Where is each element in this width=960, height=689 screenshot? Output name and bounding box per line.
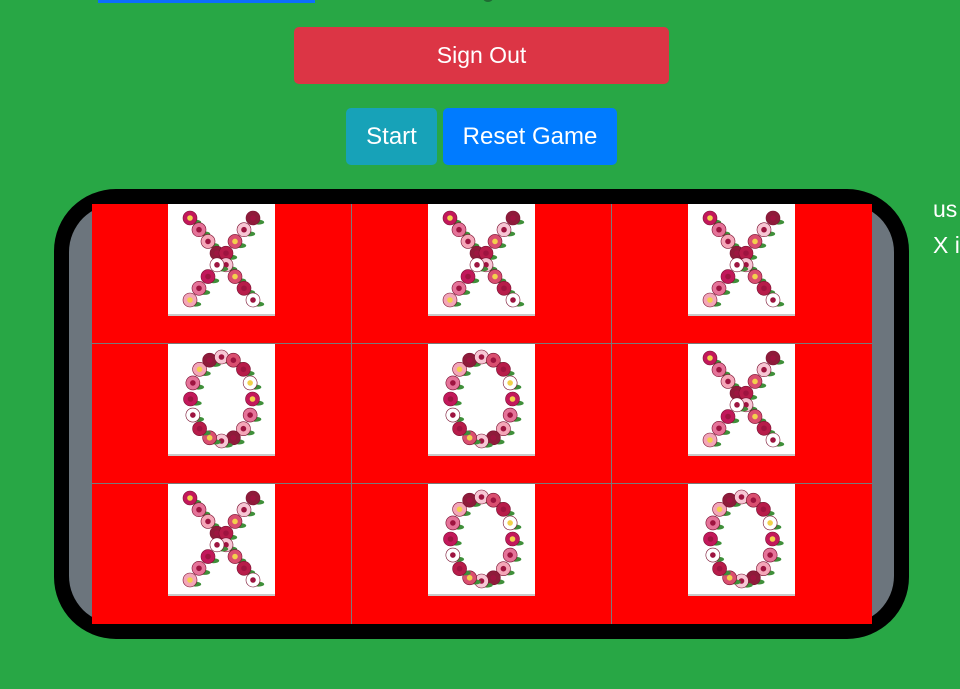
- board-cell-3-2[interactable]: [352, 484, 612, 624]
- top-progress-bar: [98, 0, 315, 3]
- side-status-line-2: X i: [933, 232, 960, 258]
- floral-o-mark: [428, 484, 535, 596]
- floral-x-mark: [168, 204, 275, 316]
- side-status-line-1: us: [933, 196, 958, 222]
- floral-o-mark: [428, 344, 535, 456]
- floral-o-mark: [688, 484, 795, 596]
- floral-x-mark: [168, 484, 275, 596]
- board-cell-2-1[interactable]: [92, 344, 352, 484]
- tic-tac-toe-grid: [92, 204, 872, 624]
- board-cell-3-3[interactable]: [612, 484, 872, 624]
- o-flower-icon: [703, 489, 784, 589]
- x-flower-icon: [702, 350, 785, 448]
- sign-out-button[interactable]: Sign Out: [294, 27, 669, 84]
- board-cell-2-3[interactable]: [612, 344, 872, 484]
- x-flower-icon: [442, 210, 525, 308]
- board-cell-1-3[interactable]: [612, 204, 872, 344]
- floral-o-mark: [168, 344, 275, 456]
- floral-x-mark: [688, 204, 795, 316]
- x-flower-icon: [702, 210, 785, 308]
- o-flower-icon: [443, 349, 524, 449]
- board-cell-3-1[interactable]: [92, 484, 352, 624]
- top-partial-glyph: [483, 0, 493, 2]
- game-board-frame: [54, 189, 909, 639]
- board-cell-1-1[interactable]: [92, 204, 352, 344]
- reset-game-button[interactable]: Reset Game: [443, 108, 617, 165]
- x-flower-icon: [182, 210, 265, 308]
- board-cell-1-2[interactable]: [352, 204, 612, 344]
- o-flower-icon: [443, 489, 524, 589]
- start-button[interactable]: Start: [346, 108, 437, 165]
- floral-x-mark: [428, 204, 535, 316]
- floral-x-mark: [688, 344, 795, 456]
- o-flower-icon: [183, 349, 264, 449]
- board-cell-2-2[interactable]: [352, 344, 612, 484]
- x-flower-icon: [182, 490, 265, 588]
